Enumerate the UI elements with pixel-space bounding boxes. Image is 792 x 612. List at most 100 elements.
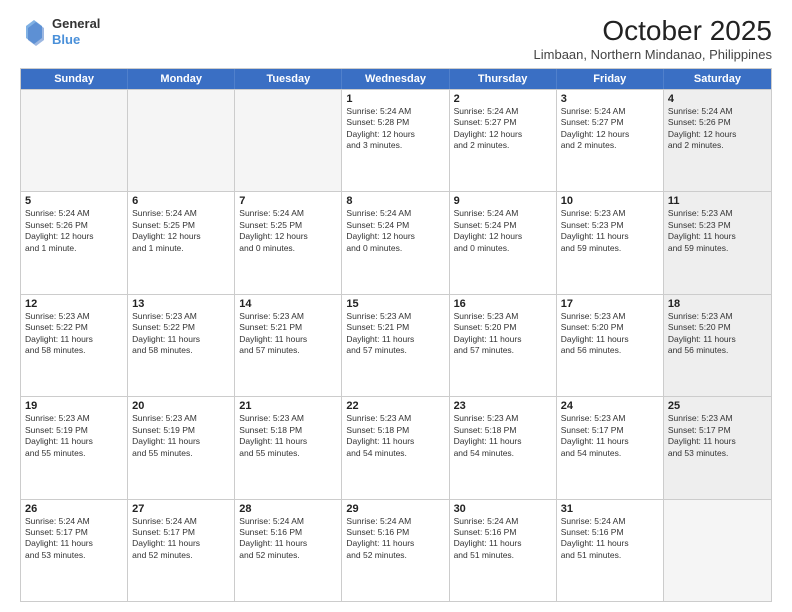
day-cell-14: 14Sunrise: 5:23 AM Sunset: 5:21 PM Dayli… — [235, 295, 342, 396]
day-info: Sunrise: 5:24 AM Sunset: 5:27 PM Dayligh… — [454, 106, 552, 152]
calendar: SundayMondayTuesdayWednesdayThursdayFrid… — [20, 68, 772, 602]
day-number: 24 — [561, 400, 659, 412]
day-info: Sunrise: 5:24 AM Sunset: 5:25 PM Dayligh… — [132, 208, 230, 254]
day-number: 2 — [454, 93, 552, 105]
day-cell-22: 22Sunrise: 5:23 AM Sunset: 5:18 PM Dayli… — [342, 397, 449, 498]
day-info: Sunrise: 5:23 AM Sunset: 5:23 PM Dayligh… — [561, 208, 659, 254]
day-cell-11: 11Sunrise: 5:23 AM Sunset: 5:23 PM Dayli… — [664, 192, 771, 293]
day-info: Sunrise: 5:24 AM Sunset: 5:26 PM Dayligh… — [25, 208, 123, 254]
day-cell-30: 30Sunrise: 5:24 AM Sunset: 5:16 PM Dayli… — [450, 500, 557, 601]
day-number: 16 — [454, 298, 552, 310]
day-number: 28 — [239, 503, 337, 515]
week-row-1: 5Sunrise: 5:24 AM Sunset: 5:26 PM Daylig… — [21, 191, 771, 293]
day-cell-28: 28Sunrise: 5:24 AM Sunset: 5:16 PM Dayli… — [235, 500, 342, 601]
day-cell-4: 4Sunrise: 5:24 AM Sunset: 5:26 PM Daylig… — [664, 90, 771, 191]
day-info: Sunrise: 5:23 AM Sunset: 5:19 PM Dayligh… — [132, 413, 230, 459]
day-info: Sunrise: 5:23 AM Sunset: 5:23 PM Dayligh… — [668, 208, 767, 254]
day-info: Sunrise: 5:24 AM Sunset: 5:17 PM Dayligh… — [25, 516, 123, 562]
day-number: 18 — [668, 298, 767, 310]
logo: General Blue — [20, 16, 100, 47]
week-row-0: 1Sunrise: 5:24 AM Sunset: 5:28 PM Daylig… — [21, 89, 771, 191]
day-cell-5: 5Sunrise: 5:24 AM Sunset: 5:26 PM Daylig… — [21, 192, 128, 293]
day-cell-3: 3Sunrise: 5:24 AM Sunset: 5:27 PM Daylig… — [557, 90, 664, 191]
day-cell-6: 6Sunrise: 5:24 AM Sunset: 5:25 PM Daylig… — [128, 192, 235, 293]
day-info: Sunrise: 5:23 AM Sunset: 5:19 PM Dayligh… — [25, 413, 123, 459]
day-info: Sunrise: 5:23 AM Sunset: 5:22 PM Dayligh… — [132, 311, 230, 357]
day-number: 9 — [454, 195, 552, 207]
day-cell-7: 7Sunrise: 5:24 AM Sunset: 5:25 PM Daylig… — [235, 192, 342, 293]
day-info: Sunrise: 5:23 AM Sunset: 5:20 PM Dayligh… — [561, 311, 659, 357]
day-number: 30 — [454, 503, 552, 515]
day-number: 20 — [132, 400, 230, 412]
day-cell-31: 31Sunrise: 5:24 AM Sunset: 5:16 PM Dayli… — [557, 500, 664, 601]
day-number: 23 — [454, 400, 552, 412]
day-info: Sunrise: 5:24 AM Sunset: 5:16 PM Dayligh… — [239, 516, 337, 562]
day-info: Sunrise: 5:24 AM Sunset: 5:16 PM Dayligh… — [346, 516, 444, 562]
day-number: 1 — [346, 93, 444, 105]
header: General Blue October 2025 Limbaan, North… — [20, 16, 772, 62]
day-cell-2: 2Sunrise: 5:24 AM Sunset: 5:27 PM Daylig… — [450, 90, 557, 191]
day-number: 14 — [239, 298, 337, 310]
day-number: 25 — [668, 400, 767, 412]
logo-line1: General — [52, 16, 100, 32]
day-number: 7 — [239, 195, 337, 207]
day-cell-26: 26Sunrise: 5:24 AM Sunset: 5:17 PM Dayli… — [21, 500, 128, 601]
page: General Blue October 2025 Limbaan, North… — [0, 0, 792, 612]
day-number: 17 — [561, 298, 659, 310]
day-info: Sunrise: 5:24 AM Sunset: 5:27 PM Dayligh… — [561, 106, 659, 152]
calendar-header: SundayMondayTuesdayWednesdayThursdayFrid… — [21, 69, 771, 89]
day-cell-12: 12Sunrise: 5:23 AM Sunset: 5:22 PM Dayli… — [21, 295, 128, 396]
day-info: Sunrise: 5:24 AM Sunset: 5:16 PM Dayligh… — [454, 516, 552, 562]
day-cell-10: 10Sunrise: 5:23 AM Sunset: 5:23 PM Dayli… — [557, 192, 664, 293]
day-number: 5 — [25, 195, 123, 207]
day-info: Sunrise: 5:24 AM Sunset: 5:24 PM Dayligh… — [346, 208, 444, 254]
day-info: Sunrise: 5:23 AM Sunset: 5:22 PM Dayligh… — [25, 311, 123, 357]
page-subtitle: Limbaan, Northern Mindanao, Philippines — [534, 47, 772, 62]
day-cell-24: 24Sunrise: 5:23 AM Sunset: 5:17 PM Dayli… — [557, 397, 664, 498]
day-info: Sunrise: 5:24 AM Sunset: 5:25 PM Dayligh… — [239, 208, 337, 254]
day-cell-13: 13Sunrise: 5:23 AM Sunset: 5:22 PM Dayli… — [128, 295, 235, 396]
day-number: 6 — [132, 195, 230, 207]
day-info: Sunrise: 5:23 AM Sunset: 5:17 PM Dayligh… — [668, 413, 767, 459]
empty-cell — [235, 90, 342, 191]
weekday-header-monday: Monday — [128, 69, 235, 89]
day-cell-20: 20Sunrise: 5:23 AM Sunset: 5:19 PM Dayli… — [128, 397, 235, 498]
day-cell-8: 8Sunrise: 5:24 AM Sunset: 5:24 PM Daylig… — [342, 192, 449, 293]
week-row-4: 26Sunrise: 5:24 AM Sunset: 5:17 PM Dayli… — [21, 499, 771, 601]
day-number: 21 — [239, 400, 337, 412]
day-number: 26 — [25, 503, 123, 515]
day-number: 8 — [346, 195, 444, 207]
empty-cell — [128, 90, 235, 191]
day-info: Sunrise: 5:23 AM Sunset: 5:21 PM Dayligh… — [239, 311, 337, 357]
day-info: Sunrise: 5:24 AM Sunset: 5:16 PM Dayligh… — [561, 516, 659, 562]
day-number: 3 — [561, 93, 659, 105]
logo-line2: Blue — [52, 32, 100, 48]
day-number: 10 — [561, 195, 659, 207]
day-info: Sunrise: 5:24 AM Sunset: 5:17 PM Dayligh… — [132, 516, 230, 562]
title-block: October 2025 Limbaan, Northern Mindanao,… — [534, 16, 772, 62]
weekday-header-thursday: Thursday — [450, 69, 557, 89]
week-row-2: 12Sunrise: 5:23 AM Sunset: 5:22 PM Dayli… — [21, 294, 771, 396]
day-cell-27: 27Sunrise: 5:24 AM Sunset: 5:17 PM Dayli… — [128, 500, 235, 601]
day-number: 11 — [668, 195, 767, 207]
day-info: Sunrise: 5:23 AM Sunset: 5:18 PM Dayligh… — [454, 413, 552, 459]
day-cell-9: 9Sunrise: 5:24 AM Sunset: 5:24 PM Daylig… — [450, 192, 557, 293]
day-cell-19: 19Sunrise: 5:23 AM Sunset: 5:19 PM Dayli… — [21, 397, 128, 498]
day-info: Sunrise: 5:23 AM Sunset: 5:18 PM Dayligh… — [346, 413, 444, 459]
day-number: 4 — [668, 93, 767, 105]
day-cell-17: 17Sunrise: 5:23 AM Sunset: 5:20 PM Dayli… — [557, 295, 664, 396]
empty-cell — [21, 90, 128, 191]
day-cell-1: 1Sunrise: 5:24 AM Sunset: 5:28 PM Daylig… — [342, 90, 449, 191]
day-cell-23: 23Sunrise: 5:23 AM Sunset: 5:18 PM Dayli… — [450, 397, 557, 498]
weekday-header-friday: Friday — [557, 69, 664, 89]
day-cell-29: 29Sunrise: 5:24 AM Sunset: 5:16 PM Dayli… — [342, 500, 449, 601]
day-info: Sunrise: 5:23 AM Sunset: 5:17 PM Dayligh… — [561, 413, 659, 459]
day-info: Sunrise: 5:23 AM Sunset: 5:21 PM Dayligh… — [346, 311, 444, 357]
day-number: 19 — [25, 400, 123, 412]
day-cell-18: 18Sunrise: 5:23 AM Sunset: 5:20 PM Dayli… — [664, 295, 771, 396]
page-title: October 2025 — [534, 16, 772, 47]
weekday-header-sunday: Sunday — [21, 69, 128, 89]
day-number: 27 — [132, 503, 230, 515]
day-cell-16: 16Sunrise: 5:23 AM Sunset: 5:20 PM Dayli… — [450, 295, 557, 396]
day-info: Sunrise: 5:23 AM Sunset: 5:18 PM Dayligh… — [239, 413, 337, 459]
